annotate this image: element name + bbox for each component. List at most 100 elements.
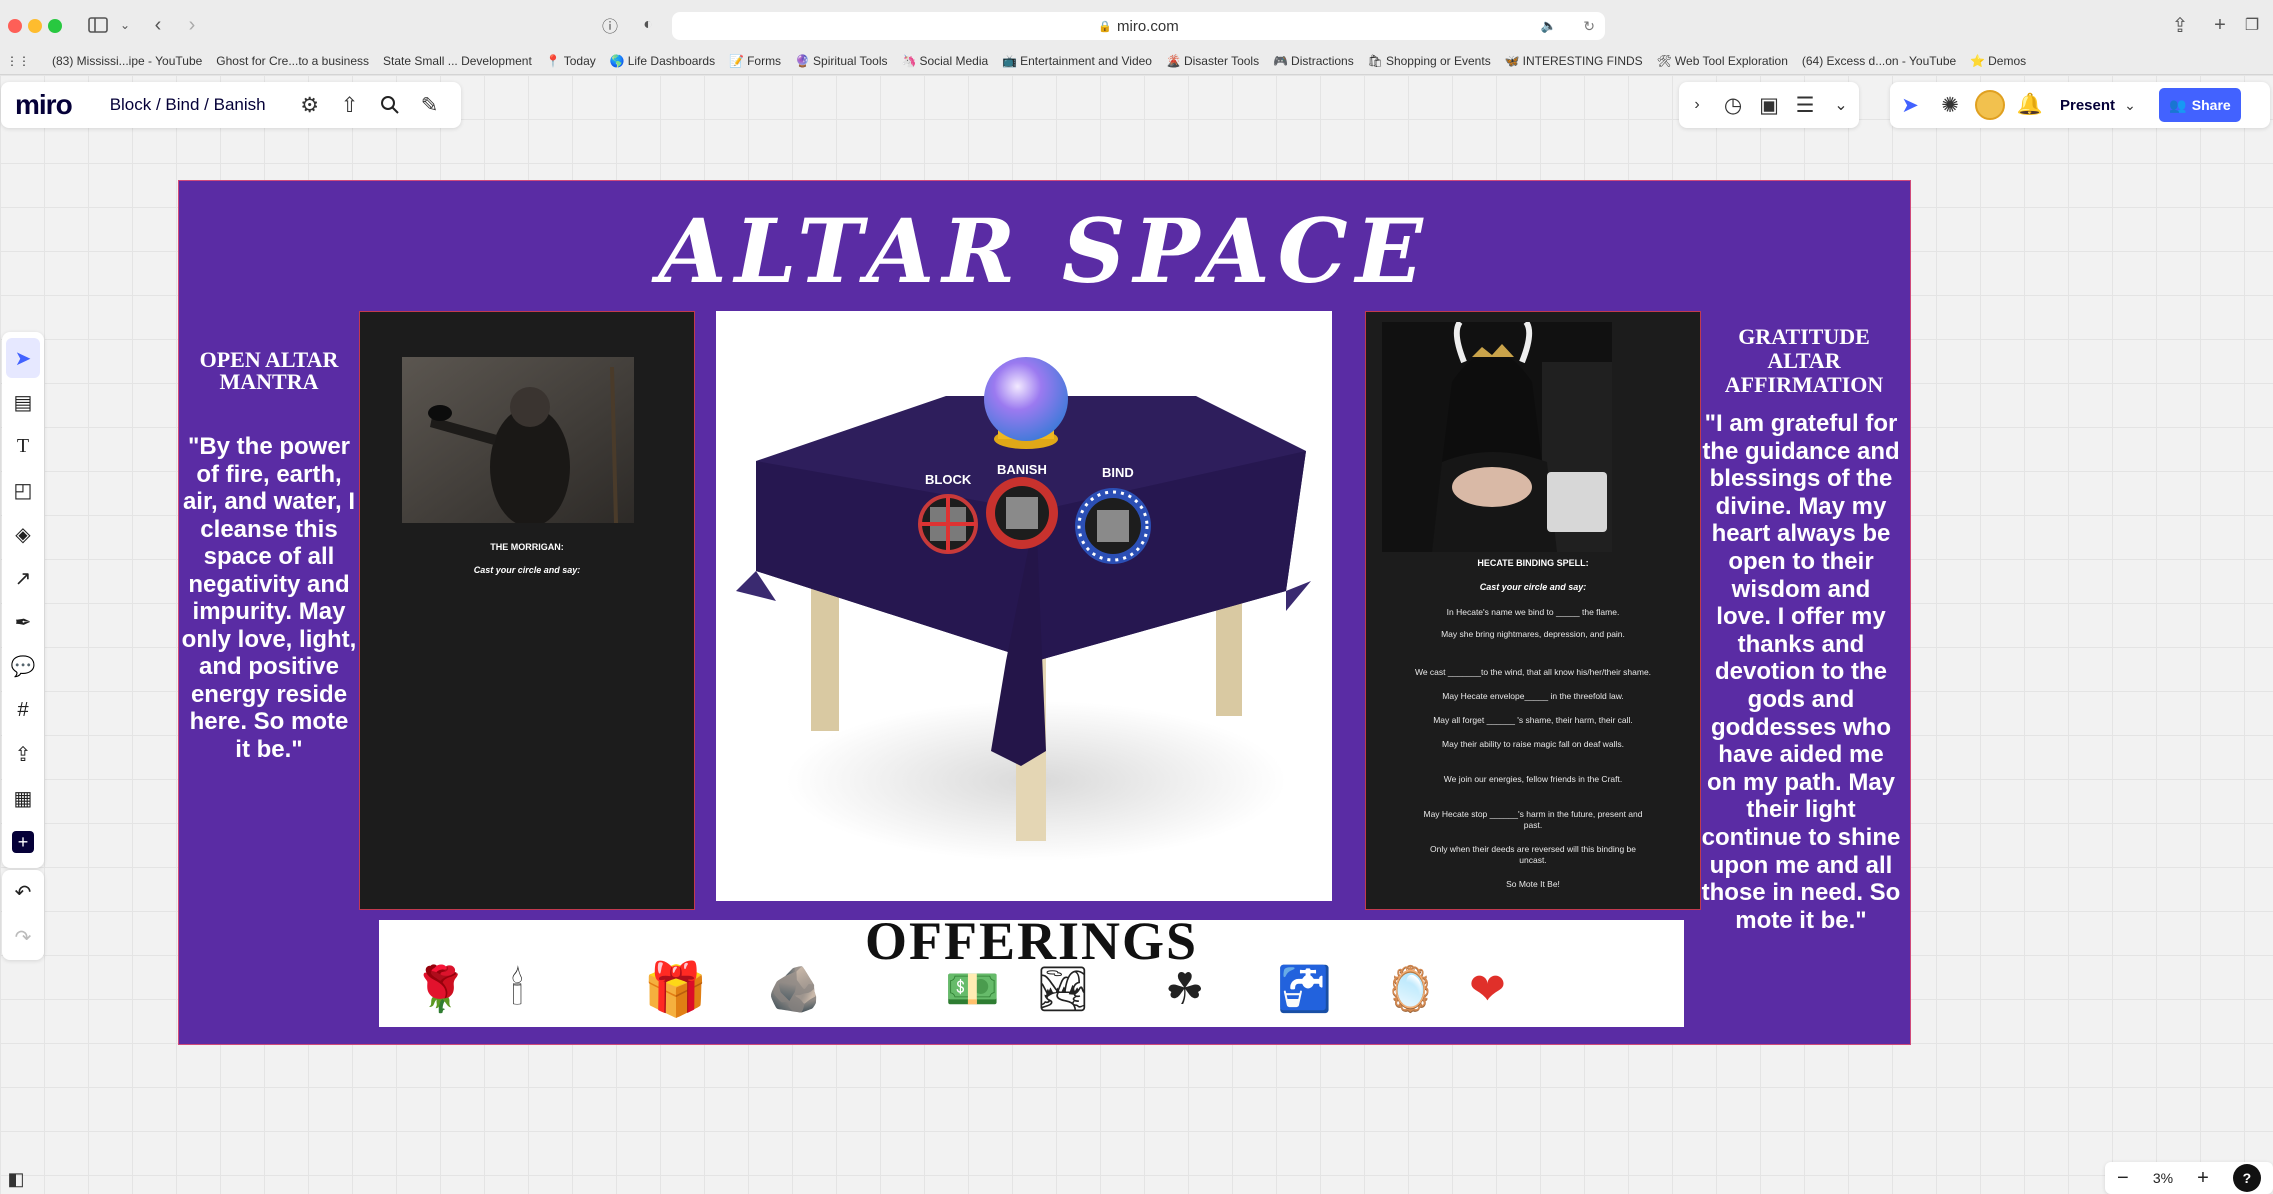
templates-icon[interactable]: ▤ <box>6 382 40 422</box>
gift-icon[interactable]: 🎁 <box>643 960 708 1020</box>
heart-on-fire-icon[interactable]: ❤ <box>1469 960 1506 1020</box>
board-name[interactable]: Block / Bind / Banish <box>110 95 266 115</box>
bookmark-item[interactable]: (64) Excess d...on - YouTube <box>1802 54 1956 68</box>
minimize-window-button[interactable] <box>28 19 42 33</box>
help-button[interactable]: ? <box>2232 1164 2261 1192</box>
hecate-image <box>1382 322 1612 552</box>
maximize-window-button[interactable] <box>48 19 62 33</box>
pen-icon[interactable]: ✒ <box>6 602 40 642</box>
bookmark-icon: 🦋 <box>1504 54 1520 68</box>
notes-icon[interactable]: ☰ <box>1787 85 1823 125</box>
present-dropdown-icon[interactable]: ⌄ <box>2115 85 2145 125</box>
sidebar-toggle-icon[interactable] <box>84 10 112 40</box>
rose-icon[interactable]: 🌹 <box>413 960 468 1020</box>
bookmark-item[interactable]: 📝 Forms <box>729 54 781 68</box>
text-tool-icon[interactable]: T <box>6 426 40 466</box>
chevron-down-icon[interactable]: ⌄ <box>116 10 134 40</box>
bookmark-item[interactable]: 🔮 Spiritual Tools <box>795 54 887 68</box>
undo-redo-panel: ↶ ↷ <box>2 870 44 960</box>
more-apps-icon[interactable]: + <box>12 831 34 853</box>
bookmark-label: Today <box>563 54 596 68</box>
hecate-card[interactable]: HECATE BINDING SPELL: Cast your circle a… <box>1365 311 1701 910</box>
open-altar-mantra-text: "By the power of fire, earth, air, and w… <box>181 433 357 763</box>
frames-panel-icon[interactable]: ◧ <box>2 1165 30 1193</box>
left-toolbar: ➤ ▤ T ◰ ◈ ↗ ✒ 💬 # ⇪ ▦ + <box>2 332 44 868</box>
bookmark-item[interactable]: 🛍 Shopping or Events <box>1368 54 1491 68</box>
zoom-out-icon[interactable]: − <box>2117 1167 2129 1190</box>
bookmark-item[interactable]: 📺 Entertainment and Video <box>1002 54 1152 68</box>
upload-tool-icon[interactable]: ⇪ <box>6 734 40 774</box>
search-icon[interactable] <box>370 85 410 125</box>
bookmark-label: Web Tool Exploration <box>1674 54 1788 68</box>
altar-board-frame[interactable]: ALTAR SPACE OPEN ALTAR MANTRA "By the po… <box>178 180 1911 1045</box>
bookmark-item[interactable]: 🦄 Social Media <box>902 54 989 68</box>
settings-icon[interactable]: ⚙ <box>290 85 330 125</box>
bookmark-icon: 🛠 <box>1656 54 1672 68</box>
shamrock-icon[interactable]: ☘ <box>1165 960 1204 1020</box>
password-manager-icon[interactable]: ⓘ <box>598 10 622 40</box>
share-page-icon[interactable]: ⇪ <box>2168 10 2192 40</box>
more-icon[interactable]: ⌄ <box>1823 85 1859 125</box>
offerings-panel[interactable]: OFFERINGS 🌹 🕯 🎁 🪨 💵 🏞 ☘ 🚰 🪞 ❤ <box>379 911 1684 1027</box>
candle-icon[interactable]: 🕯 <box>511 960 524 1020</box>
reactions-icon[interactable]: ✺ <box>1930 85 1970 125</box>
mirror-icon[interactable]: 🪞 <box>1383 960 1438 1020</box>
bookmark-item[interactable]: State Small ... Development <box>383 54 532 68</box>
bookmark-label: Entertainment and Video <box>1020 54 1152 68</box>
bookmark-label: Spiritual Tools <box>813 54 888 68</box>
avatar[interactable] <box>1970 85 2010 125</box>
altar-table-panel[interactable]: BLOCK BANISH BIND <box>716 311 1332 901</box>
redo-icon[interactable]: ↷ <box>6 918 40 958</box>
frame-icon[interactable]: # <box>6 690 40 730</box>
card-icon[interactable]: ▣ <box>1751 85 1787 125</box>
chevron-right-icon[interactable]: › <box>1679 85 1715 125</box>
bookmark-item[interactable]: 📍 Today <box>546 54 596 68</box>
address-bar[interactable]: 🔒 miro.com 🔈 ↻ <box>672 12 1605 40</box>
zoom-level[interactable]: 3% <box>2153 1170 2173 1186</box>
bookmark-item[interactable]: 🎮 Distractions <box>1273 54 1354 68</box>
bookmark-item[interactable]: 🦋 INTERESTING FINDS <box>1505 54 1643 68</box>
money-icon[interactable]: 💵 <box>945 960 1000 1020</box>
present-button[interactable]: Present <box>2060 97 2115 114</box>
forward-icon[interactable]: › <box>180 10 204 40</box>
bookmark-item[interactable]: Ghost for Cre...to a business <box>216 54 369 68</box>
bookmark-label: State Small ... Development <box>383 54 532 68</box>
undo-icon[interactable]: ↶ <box>6 873 40 913</box>
altar-table-image <box>736 357 1311 861</box>
shapes-icon[interactable]: ◈ <box>6 514 40 554</box>
bell-icon[interactable]: 🔔 <box>2010 85 2050 125</box>
sticky-note-icon[interactable]: ◰ <box>6 470 40 510</box>
close-window-button[interactable] <box>8 19 22 33</box>
table-icon[interactable]: ▦ <box>6 778 40 818</box>
connection-line-icon[interactable]: ↗ <box>6 558 40 598</box>
spell-line: In Hecate's name we bind to _____ the fl… <box>1446 607 1620 617</box>
comment-icon[interactable]: 💬 <box>6 646 40 686</box>
bookmark-label: Social Media <box>919 54 989 68</box>
share-button[interactable]: 👥 Share <box>2159 88 2242 122</box>
hecate-title: HECATE BINDING SPELL: <box>1477 558 1589 568</box>
morrigan-card[interactable]: THE MORRIGAN: Cast your circle and say: <box>359 311 695 910</box>
timer-icon[interactable]: ◷ <box>1715 85 1751 125</box>
zoom-in-icon[interactable]: + <box>2197 1167 2209 1190</box>
bookmark-item[interactable]: 🌋 Disaster Tools <box>1166 54 1259 68</box>
upload-icon[interactable]: ⇧ <box>330 85 370 125</box>
magic-wand-icon[interactable]: ✎ <box>410 85 450 125</box>
reload-icon[interactable]: ↻ <box>1583 18 1595 35</box>
potable-water-icon[interactable]: 🚰 <box>1277 960 1332 1020</box>
new-tab-icon[interactable]: + <box>2208 10 2232 40</box>
audio-icon[interactable]: 🔈 <box>1541 18 1557 34</box>
rock-icon[interactable]: 🪨 <box>767 960 822 1020</box>
shield-icon[interactable]: ◐ <box>636 10 660 40</box>
bookmark-item[interactable]: 🌎 Life Dashboards <box>610 54 715 68</box>
tab-overview-icon[interactable]: ❐ <box>2240 10 2264 40</box>
bookmark-item[interactable]: 🛠 Web Tool Exploration <box>1657 54 1788 68</box>
back-icon[interactable]: ‹ <box>146 10 170 40</box>
board-title: ALTAR SPACE <box>658 199 1431 303</box>
apps-grid-icon[interactable]: ⋮⋮ <box>6 54 30 68</box>
bookmark-item[interactable]: ⭐ Demos <box>1970 54 2026 68</box>
miro-logo[interactable]: miro <box>15 89 73 121</box>
bookmark-item[interactable]: (83) Mississi...ipe - YouTube <box>52 54 202 68</box>
select-tool-icon[interactable]: ➤ <box>6 338 40 378</box>
cursor-flag-icon[interactable]: ➤ <box>1890 85 1930 125</box>
national-park-icon[interactable]: 🏞 <box>1035 960 1091 1020</box>
